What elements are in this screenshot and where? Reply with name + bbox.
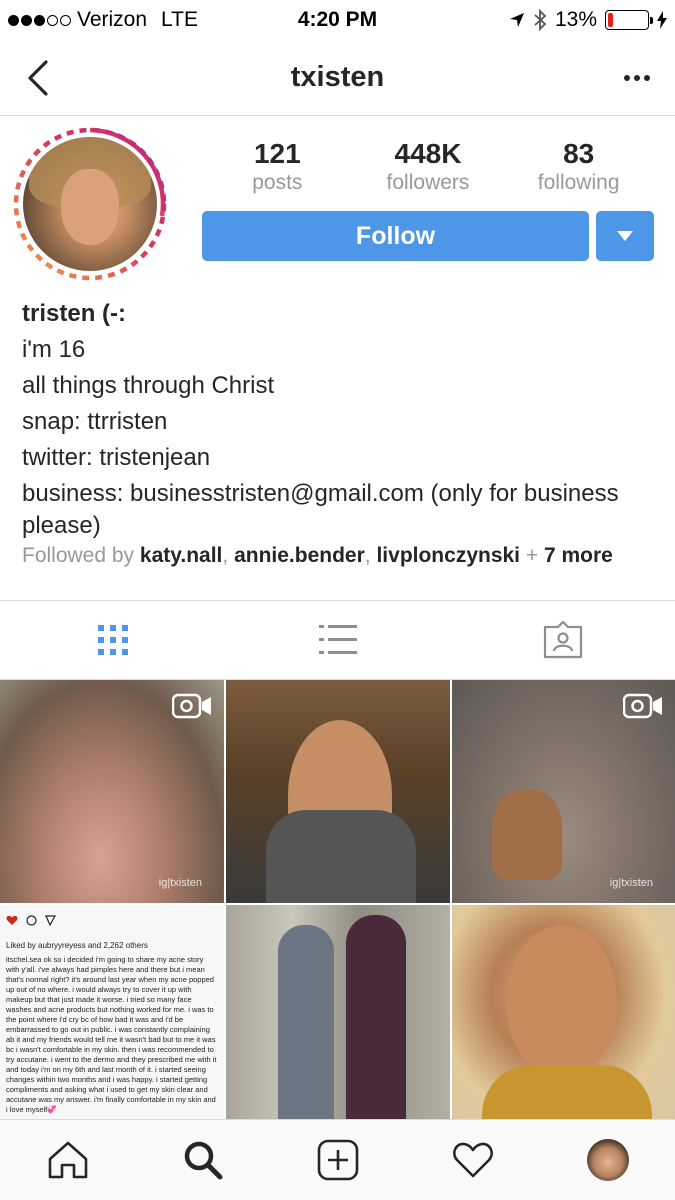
bio-line: twitter: tristenjean <box>22 444 211 471</box>
profile-view-tabs <box>0 601 675 679</box>
stat-following[interactable]: 83 following <box>504 138 654 196</box>
grid-icon <box>97 625 128 655</box>
post-thumbnail[interactable]: Liked by aubryyreyess and 2,262 others i… <box>0 905 224 1128</box>
comment-icon <box>26 915 37 926</box>
more-dot <box>644 75 650 81</box>
tab-activity[interactable] <box>405 1120 540 1200</box>
network-label: LTE <box>161 8 199 31</box>
battery-percent: 13% <box>554 8 597 31</box>
tab-new-post[interactable] <box>270 1120 405 1200</box>
stat-value: 83 <box>563 138 595 169</box>
tab-home[interactable] <box>0 1120 135 1200</box>
caret-down-icon <box>617 231 633 241</box>
stat-label: followers <box>386 171 470 194</box>
bio-line: business: businesstristen@gmail.com (onl… <box>22 480 619 539</box>
profile-avatar-story[interactable] <box>12 126 168 282</box>
separator: , <box>222 544 229 567</box>
bio-line: all things through Christ <box>22 372 275 399</box>
profile-header: txisten <box>0 40 675 116</box>
share-icon <box>45 915 56 926</box>
add-post-icon <box>317 1139 358 1181</box>
list-icon <box>318 625 357 654</box>
followed-by-user[interactable]: livplonczynski <box>376 544 520 567</box>
chevron-left-icon <box>28 60 48 96</box>
avatar <box>23 137 157 271</box>
charging-bolt-icon <box>657 11 667 29</box>
followed-by-user[interactable]: annie.bender <box>234 544 365 567</box>
more-dot <box>634 75 640 81</box>
tab-grid[interactable] <box>0 601 225 679</box>
post-grid: ig|txisten ig|txisten Liked by aubryyrey… <box>0 680 675 1128</box>
tab-list[interactable] <box>225 601 450 679</box>
separator: , <box>364 544 371 567</box>
watermark: ig|txisten <box>158 877 202 889</box>
username-title: txisten <box>290 61 385 93</box>
plus-sign: + <box>525 544 539 567</box>
watermark: ig|txisten <box>609 877 653 889</box>
video-camera-icon <box>623 693 662 719</box>
profile-stats: 121 posts 448K followers 83 following <box>202 138 654 196</box>
more-options-button[interactable] <box>617 62 657 94</box>
signal-strength-icon <box>8 14 71 26</box>
tab-tagged[interactable] <box>450 601 675 679</box>
more-dot <box>624 75 630 81</box>
post-caption: itschel.sea ok so i decided i'm going to… <box>6 955 217 1114</box>
bluetooth-icon <box>534 9 547 31</box>
followed-by-more[interactable]: 7 more <box>544 544 613 567</box>
suggested-accounts-button[interactable] <box>596 211 654 261</box>
bio-line: snap: ttrristen <box>22 408 168 435</box>
profile-bio: tristen (-: i'm 16 all things through Ch… <box>22 296 662 542</box>
stat-label: posts <box>252 171 303 194</box>
tab-search[interactable] <box>135 1120 270 1200</box>
tagged-person-icon <box>543 621 582 659</box>
profile-display-name: tristen (-: <box>22 300 126 327</box>
tab-profile[interactable] <box>540 1120 675 1200</box>
post-thumbnail[interactable]: ig|txisten <box>452 680 675 903</box>
video-camera-icon <box>172 693 211 719</box>
status-right: 13% <box>509 8 667 32</box>
stat-label: following <box>537 171 620 194</box>
status-bar: Verizon LTE 4:20 PM 13% <box>0 0 675 40</box>
stat-posts[interactable]: 121 posts <box>202 138 352 196</box>
search-icon <box>184 1141 222 1180</box>
post-action-icons <box>6 915 56 926</box>
back-button[interactable] <box>20 58 56 98</box>
home-icon <box>48 1141 87 1179</box>
stat-followers[interactable]: 448K followers <box>353 138 503 196</box>
followed-by-user[interactable]: katy.nall <box>140 544 222 567</box>
location-arrow-icon <box>509 13 524 27</box>
carrier-label: Verizon <box>77 8 148 31</box>
followed-by[interactable]: Followed by katy.nall, annie.bender, liv… <box>22 544 613 568</box>
followed-by-prefix: Followed by <box>22 544 135 567</box>
post-thumbnail[interactable] <box>226 905 450 1128</box>
post-thumbnail[interactable]: ig|txisten <box>0 680 224 903</box>
stat-value: 121 <box>253 138 301 169</box>
bottom-tab-bar <box>0 1119 675 1200</box>
stat-value: 448K <box>394 138 462 169</box>
post-likes: Liked by aubryyreyess and 2,262 others <box>6 941 148 950</box>
profile-avatar-icon <box>586 1139 629 1181</box>
heart-icon <box>452 1142 493 1178</box>
post-thumbnail[interactable] <box>226 680 450 903</box>
follow-button[interactable]: Follow <box>202 211 589 261</box>
post-thumbnail[interactable] <box>452 905 675 1128</box>
bio-line: i'm 16 <box>22 336 86 363</box>
battery-icon <box>605 10 653 30</box>
heart-icon <box>6 915 18 925</box>
status-left: Verizon LTE <box>8 8 198 32</box>
